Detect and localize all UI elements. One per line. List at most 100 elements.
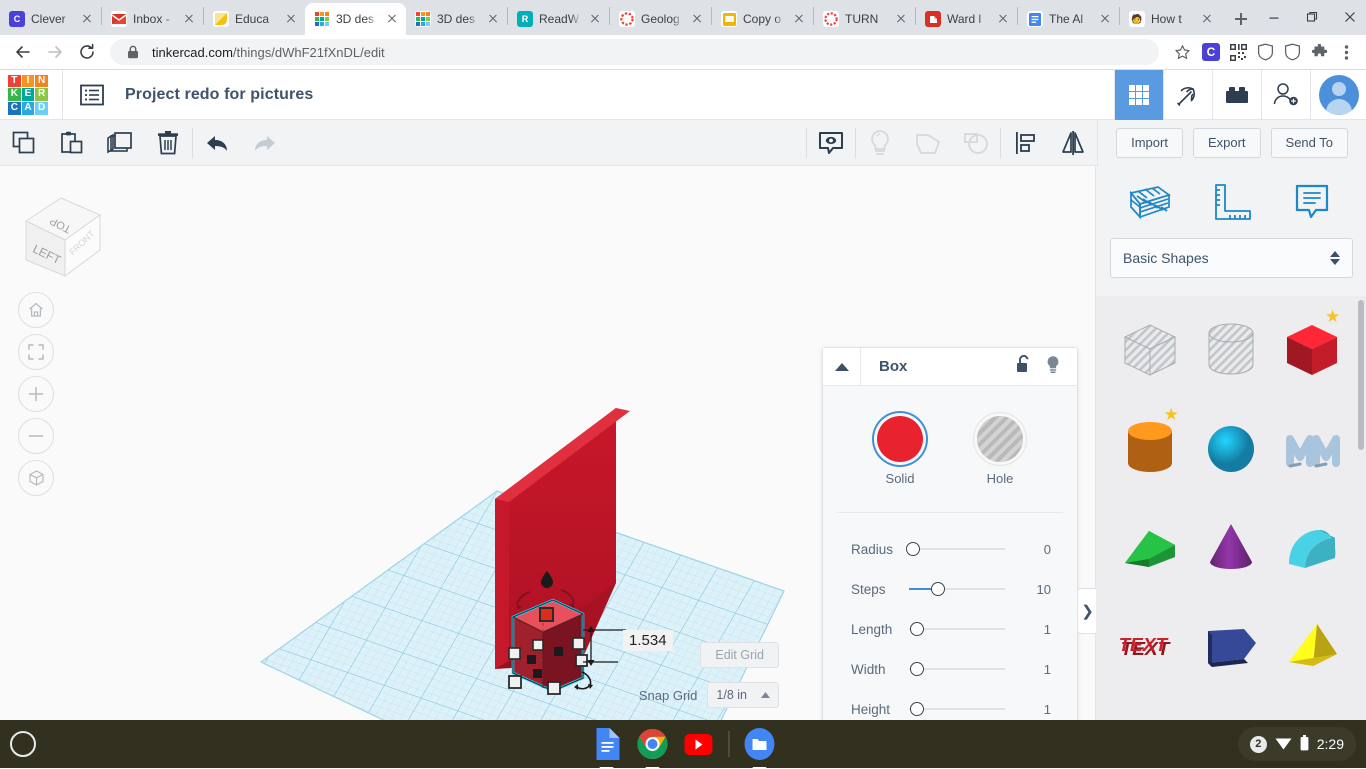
maximize-restore-button[interactable] xyxy=(1293,3,1331,31)
close-tab-icon[interactable] xyxy=(181,11,197,27)
solid-mode[interactable]: Solid xyxy=(877,416,923,486)
browser-tab[interactable]: RReadW xyxy=(508,3,609,35)
view-cube[interactable]: TOP LEFT FRONT xyxy=(14,188,109,283)
slider-knob[interactable] xyxy=(931,582,945,596)
close-tab-icon[interactable] xyxy=(587,11,603,27)
qr-code-icon[interactable] xyxy=(1226,40,1250,64)
close-tab-icon[interactable] xyxy=(79,11,95,27)
shield-icon[interactable] xyxy=(1280,40,1304,64)
group-icon[interactable] xyxy=(904,120,952,166)
paste-icon[interactable] xyxy=(48,120,96,166)
slider-knob[interactable] xyxy=(910,662,924,676)
roof-shape[interactable] xyxy=(1110,498,1191,596)
delete-icon[interactable] xyxy=(144,120,192,166)
youtube-icon[interactable] xyxy=(683,728,715,760)
browser-tab[interactable]: Ward l xyxy=(916,3,1017,35)
note-icon[interactable] xyxy=(807,120,855,166)
forward-arrow-icon[interactable] xyxy=(40,37,70,67)
lightbulb-icon[interactable] xyxy=(1045,355,1061,379)
duplicate-icon[interactable] xyxy=(96,120,144,166)
slider-track[interactable] xyxy=(909,619,1005,639)
status-tray[interactable]: 2 2:29 xyxy=(1238,727,1356,761)
hole-cylinder-shape[interactable] xyxy=(1191,302,1272,400)
puzzle-icon[interactable] xyxy=(1307,40,1331,64)
ungroup-icon[interactable] xyxy=(952,120,1000,166)
browser-tab[interactable]: Geolog xyxy=(610,3,711,35)
project-list-icon[interactable] xyxy=(79,82,105,108)
hole-box-shape[interactable] xyxy=(1110,302,1191,400)
close-tab-icon[interactable] xyxy=(283,11,299,27)
hole-mode[interactable]: Hole xyxy=(977,416,1023,486)
browser-tab[interactable]: The Al xyxy=(1018,3,1119,35)
browser-tab[interactable]: Copy o xyxy=(712,3,813,35)
browser-tab[interactable]: Educa xyxy=(204,3,305,35)
text-shape[interactable]: TEXTTEXT xyxy=(1110,596,1191,694)
browser-tab[interactable]: 3D des xyxy=(406,3,507,35)
reload-icon[interactable] xyxy=(72,37,102,67)
light-icon[interactable] xyxy=(856,120,904,166)
slider-track[interactable] xyxy=(909,539,1005,559)
zoom-in-icon[interactable] xyxy=(18,376,54,412)
slider-knob[interactable] xyxy=(906,542,920,556)
ortho-perspective-icon[interactable] xyxy=(18,460,54,496)
shield-icon[interactable] xyxy=(1253,40,1277,64)
browser-tab[interactable]: 🧑How t xyxy=(1120,3,1221,35)
star-icon[interactable] xyxy=(1167,37,1197,67)
close-tab-icon[interactable] xyxy=(384,11,400,27)
zoom-out-icon[interactable] xyxy=(18,418,54,454)
close-tab-icon[interactable] xyxy=(893,11,909,27)
pyramid-shape[interactable] xyxy=(1271,596,1352,694)
files-icon[interactable] xyxy=(744,728,776,760)
grid-apps-icon[interactable] xyxy=(1114,70,1163,120)
shape-grid-scrollbar[interactable] xyxy=(1358,300,1364,450)
slider-knob[interactable] xyxy=(910,622,924,636)
invite-person-icon[interactable] xyxy=(1261,70,1310,120)
new-tab-button[interactable] xyxy=(1227,5,1255,33)
browser-tab[interactable]: TURN xyxy=(814,3,915,35)
import-button[interactable]: Import xyxy=(1116,128,1183,158)
shape-category-select[interactable]: Basic Shapes xyxy=(1110,238,1353,278)
scribble-shape[interactable] xyxy=(1271,400,1352,498)
address-bar[interactable]: tinkercad.com/things/dWhF21fXnDL/edit xyxy=(110,39,1159,65)
unlock-icon[interactable] xyxy=(1016,355,1031,378)
favorite-star-icon[interactable]: ★ xyxy=(1164,406,1181,423)
browser-tab[interactable]: CClever xyxy=(0,3,101,35)
cone-shape[interactable] xyxy=(1191,498,1272,596)
redo-icon[interactable] xyxy=(241,120,289,166)
google-docs-icon[interactable] xyxy=(591,728,623,760)
caret-up-icon[interactable] xyxy=(823,348,861,386)
slider-track[interactable] xyxy=(909,579,1005,599)
close-tab-icon[interactable] xyxy=(995,11,1011,27)
edit-grid-button[interactable]: Edit Grid xyxy=(700,642,779,668)
align-icon[interactable] xyxy=(1001,120,1049,166)
panel-collapse-toggle[interactable]: ❯ xyxy=(1077,588,1097,634)
minecraft-pickaxe-icon[interactable] xyxy=(1163,70,1212,120)
browser-tab-active[interactable]: 3D des xyxy=(305,3,406,35)
note-icon[interactable] xyxy=(1288,178,1336,226)
close-tab-icon[interactable] xyxy=(1097,11,1113,27)
ruler-icon[interactable] xyxy=(1207,178,1255,226)
export-button[interactable]: Export xyxy=(1193,128,1261,158)
send-to-button[interactable]: Send To xyxy=(1271,128,1348,158)
close-tab-icon[interactable] xyxy=(485,11,501,27)
cylinder-shape[interactable]: ★ xyxy=(1110,400,1191,498)
home-view-icon[interactable] xyxy=(18,292,54,328)
snap-grid-select[interactable]: 1/8 in xyxy=(707,682,779,708)
mirror-icon[interactable] xyxy=(1049,120,1097,166)
chrome-icon[interactable] xyxy=(637,728,669,760)
close-tab-icon[interactable] xyxy=(1199,11,1215,27)
fit-to-view-icon[interactable] xyxy=(18,334,54,370)
kebab-menu-icon[interactable] xyxy=(1334,40,1358,64)
sphere-shape[interactable] xyxy=(1191,400,1272,498)
close-tab-icon[interactable] xyxy=(689,11,705,27)
back-arrow-icon[interactable] xyxy=(8,37,38,67)
workplane-icon[interactable] xyxy=(1126,178,1174,226)
box-shape[interactable]: ★ xyxy=(1271,302,1352,400)
undo-icon[interactable] xyxy=(193,120,241,166)
round-roof-shape[interactable] xyxy=(1271,498,1352,596)
avatar[interactable] xyxy=(1310,70,1366,120)
close-tab-icon[interactable] xyxy=(791,11,807,27)
favorite-star-icon[interactable]: ★ xyxy=(1325,308,1342,325)
tinkercad-logo[interactable]: TINKERCAD xyxy=(8,75,48,115)
launcher-button[interactable] xyxy=(10,731,36,757)
